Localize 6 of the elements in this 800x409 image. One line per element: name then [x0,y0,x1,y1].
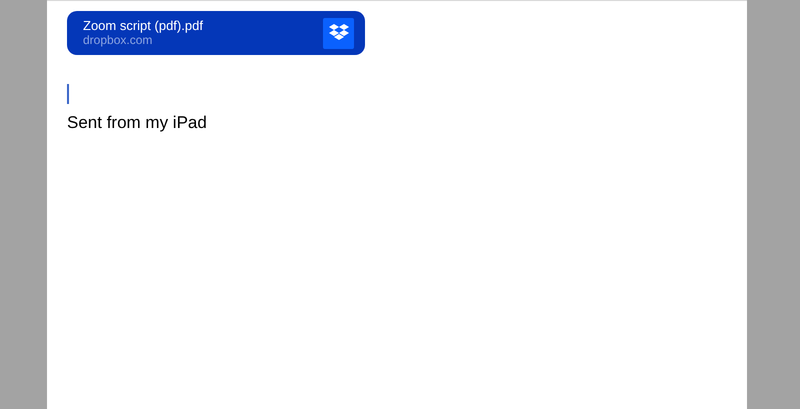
box-logo-icon [323,18,354,48]
attachment-source: dropbox.com [83,33,154,47]
text-cursor [67,84,69,104]
attachment-title: Zoom script (pdf).pdf [83,19,203,33]
attachment-card[interactable]: Zoom script (pdf).pdf dropbox.com [67,11,365,55]
signature-text: Sent from my iPad [67,112,208,134]
